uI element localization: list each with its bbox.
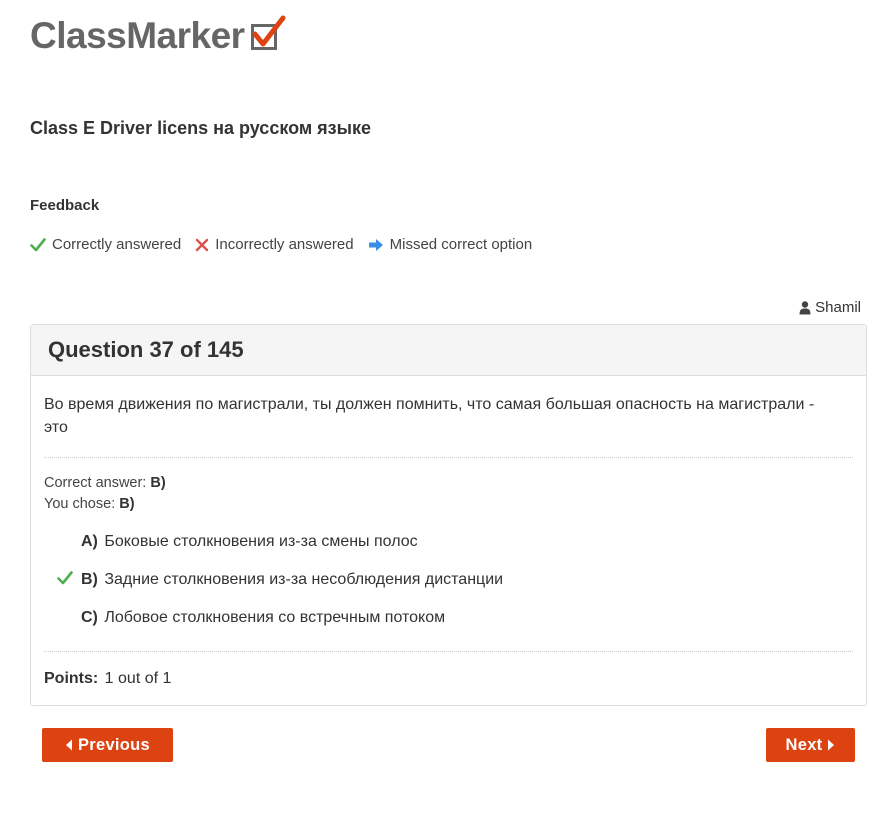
option-letter: B) xyxy=(81,571,98,588)
legend-missed-label: Missed correct option xyxy=(389,236,533,253)
option-text: Боковые столкновения из-за смены полос xyxy=(104,533,418,550)
question-number: Question 37 of 145 xyxy=(48,337,244,362)
user-icon xyxy=(799,300,811,315)
option-text: Задние столкновения из-за несоблюдения д… xyxy=(104,571,504,588)
option-a: A) Боковые столкновения из-за смены поло… xyxy=(81,533,418,551)
question-text: Во время движения по магистрали, ты долж… xyxy=(44,396,815,436)
question-header: Question 37 of 145 xyxy=(31,325,866,376)
user-name: Shamil xyxy=(815,299,861,316)
legend-correct-label: Correctly answered xyxy=(52,236,182,253)
classmarker-logo: ClassMarker xyxy=(30,14,289,58)
user-info: Shamil xyxy=(799,299,861,316)
chevron-right-icon xyxy=(827,739,835,751)
option-c: C) Лобовое столкновения со встречным пот… xyxy=(81,609,445,627)
you-chose-label: You chose: xyxy=(44,496,116,512)
option-letter: C) xyxy=(81,609,98,626)
feedback-heading: Feedback xyxy=(30,197,100,214)
legend-missed: Missed correct option xyxy=(368,236,533,253)
correct-answer: Correct answer: B) xyxy=(44,475,166,491)
divider xyxy=(44,457,853,458)
cross-icon xyxy=(195,238,209,252)
legend-incorrect-label: Incorrectly answered xyxy=(215,236,354,253)
you-chose-value: B) xyxy=(119,496,135,512)
next-button[interactable]: Next xyxy=(766,728,855,762)
next-label: Next xyxy=(785,735,823,754)
you-chose: You chose: B) xyxy=(44,496,135,512)
chevron-left-icon xyxy=(65,739,73,751)
arrow-right-icon xyxy=(368,238,384,252)
points: Points: 1 out of 1 xyxy=(44,670,171,688)
legend-incorrect: Incorrectly answered xyxy=(195,236,354,253)
feedback-legend: Correctly answered Incorrectly answered … xyxy=(30,236,546,253)
quiz-title: Class E Driver licens на русском языке xyxy=(30,118,372,138)
question-panel: Question 37 of 145 Во время движения по … xyxy=(30,324,867,706)
option-b: B) Задние столкновения из-за несоблюдени… xyxy=(81,571,503,589)
correct-answer-value: B) xyxy=(150,475,166,491)
points-label: Points: xyxy=(44,670,99,687)
legend-correct: Correctly answered xyxy=(30,236,181,253)
correct-answer-label: Correct answer: xyxy=(44,475,147,491)
previous-label: Previous xyxy=(77,735,151,754)
logo-text: ClassMarker xyxy=(30,15,245,56)
divider xyxy=(44,651,853,652)
check-icon xyxy=(30,237,46,252)
previous-button[interactable]: Previous xyxy=(42,728,173,762)
points-value: 1 out of 1 xyxy=(104,670,172,687)
check-icon xyxy=(57,571,73,585)
logo-checkmark-icon xyxy=(247,14,289,56)
option-letter: A) xyxy=(81,533,98,550)
option-text: Лобовое столкновения со встречным потоко… xyxy=(104,609,446,626)
